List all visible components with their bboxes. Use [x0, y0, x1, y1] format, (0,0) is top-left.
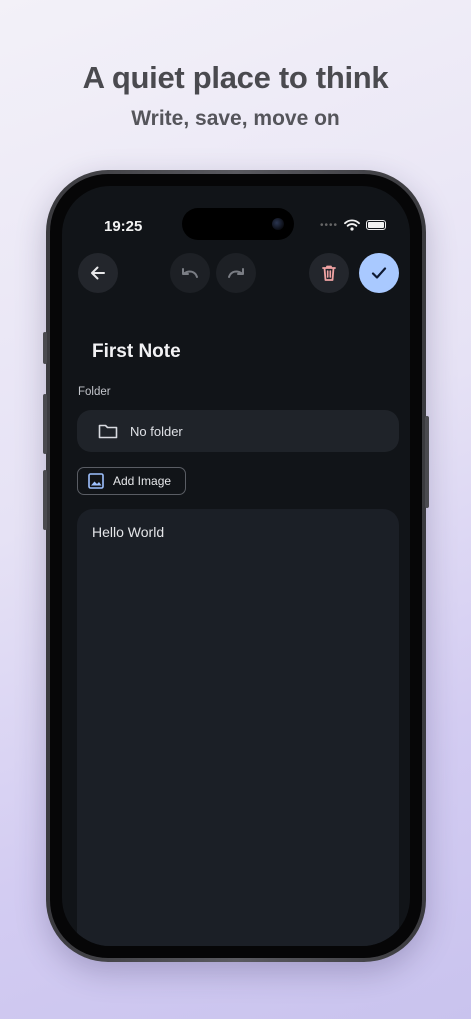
checkmark-icon — [371, 267, 387, 279]
folder-value: No folder — [130, 423, 183, 439]
redo-button[interactable] — [216, 253, 256, 293]
note-body-editor[interactable]: Hello World — [77, 509, 399, 946]
folder-label: Folder — [78, 386, 111, 398]
save-button[interactable] — [359, 253, 399, 293]
promo-subline: Write, save, move on — [131, 107, 340, 130]
promo-headline: A quiet place to think — [82, 60, 389, 95]
add-image-label: Add Image — [113, 474, 172, 488]
dynamic-island — [182, 208, 294, 240]
trash-icon — [322, 265, 336, 281]
add-image-button[interactable]: Add Image — [77, 467, 186, 495]
volume-down-button — [43, 470, 47, 530]
app-screen: 19:25 •••• First Note Folder No folder A… — [62, 186, 410, 946]
power-button — [425, 416, 429, 508]
phone-bezel: 19:25 •••• First Note Folder No folder A… — [50, 174, 422, 958]
action-button — [43, 332, 47, 364]
undo-icon — [182, 268, 198, 278]
arrow-left-icon — [91, 266, 105, 280]
delete-button[interactable] — [309, 253, 349, 293]
folder-select[interactable]: No folder — [77, 410, 399, 452]
note-body-text: Hello World — [92, 524, 165, 540]
folder-icon — [98, 424, 118, 439]
signal-dots-icon: •••• — [319, 219, 338, 231]
battery-icon — [366, 220, 386, 230]
volume-up-button — [43, 394, 47, 454]
back-button[interactable] — [78, 253, 118, 293]
wifi-icon — [344, 219, 360, 231]
image-icon — [88, 473, 104, 489]
status-time: 19:25 — [104, 218, 143, 235]
redo-icon — [228, 268, 244, 278]
phone-frame: 19:25 •••• First Note Folder No folder A… — [43, 170, 429, 962]
undo-button[interactable] — [170, 253, 210, 293]
note-title[interactable]: First Note — [92, 341, 181, 363]
camera-icon — [272, 218, 284, 230]
status-icons: •••• — [320, 219, 386, 231]
